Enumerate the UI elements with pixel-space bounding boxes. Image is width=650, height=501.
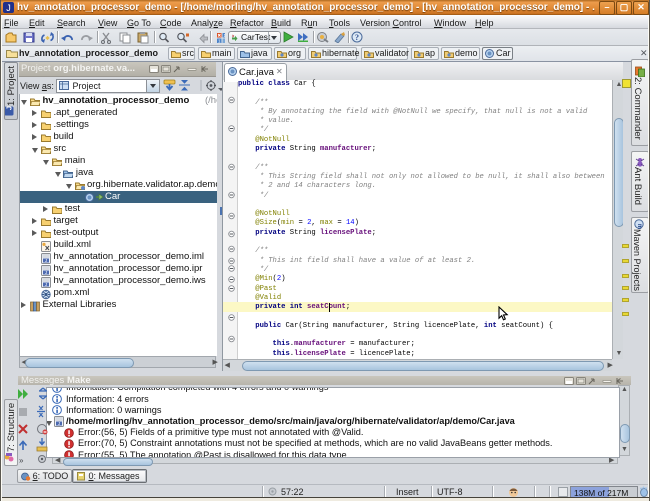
svg-text:»: »	[19, 456, 24, 465]
svg-text:J: J	[4, 106, 13, 110]
svg-text:m: m	[636, 224, 642, 229]
svg-text:1: 1	[223, 33, 225, 38]
svg-text:J: J	[6, 3, 11, 13]
svg-text:?: ?	[355, 33, 359, 42]
